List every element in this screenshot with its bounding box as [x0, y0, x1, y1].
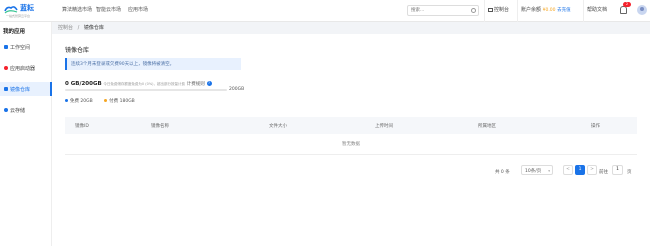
goto-page-input[interactable]: 1 [612, 165, 623, 175]
recharge-link[interactable]: 去充值 [557, 8, 571, 13]
notification-badge: 2 [623, 2, 631, 7]
col-upload-time: 上传时间 [375, 124, 393, 129]
sidebar-title: 我的应用 [3, 29, 26, 35]
empty-state: 暂无数据 [65, 134, 637, 155]
breadcrumb-root[interactable]: 控制台 [58, 25, 73, 31]
cloud-logo-icon [4, 6, 18, 14]
nav-algorithm-market[interactable]: 算法精选市场 [62, 6, 92, 13]
account-balance: 账户余额 ¥0.00 去充值 [521, 7, 571, 13]
brand-logo[interactable]: 蓝耘 一站式智算云平台 [4, 3, 48, 19]
dot-icon [65, 99, 68, 102]
table-header: 镜像ID 镜像名称 文件大小 上传时间 所属地区 操作 [65, 117, 637, 134]
bell-icon[interactable] [620, 6, 627, 14]
storage-used: 0 GB/200GB [65, 81, 102, 87]
storage-progress-bar [65, 89, 227, 91]
page-suffix: 页 [627, 170, 632, 175]
storage-max: 200GB [229, 87, 245, 92]
image-repo-icon [4, 87, 8, 91]
col-image-name: 镜像名称 [151, 124, 169, 129]
main-panel: 镜像仓库 连续3个月未登录或欠费90天以上，镜像将被清空。 0 GB/200GB… [52, 34, 650, 246]
search-icon[interactable] [471, 8, 476, 13]
sidebar-item-cloud-storage[interactable]: 云存储 [0, 103, 52, 117]
brand-tagline: 一站式智算云平台 [6, 14, 31, 18]
image-table: 镜像ID 镜像名称 文件大小 上传时间 所属地区 操作 暂无数据 [65, 117, 637, 155]
col-image-id: 镜像ID [75, 124, 89, 129]
sidebar: 我的应用 工作空间 应用启动器 镜像仓库 云存储 [0, 22, 52, 246]
storage-hint: 今日免费储存额度免费为0 (0%)，超出部分按量计费 [103, 82, 186, 86]
search-input[interactable] [407, 5, 479, 16]
col-actions: 操作 [591, 124, 600, 129]
legend-paid: 付费 180GB [104, 99, 135, 104]
console-icon [488, 7, 493, 12]
legend-free: 免费 20GB [65, 99, 93, 104]
divider [583, 0, 584, 22]
prev-page-button[interactable]: < [563, 165, 573, 175]
dot-icon [104, 99, 108, 102]
page-1-button[interactable]: 1 [575, 165, 585, 175]
divider [517, 0, 518, 22]
next-page-button[interactable]: > [587, 165, 597, 175]
notice-banner: 连续3个月未登录或欠费90天以上，镜像将被清空。 [65, 58, 241, 70]
page-size-select[interactable]: 10条/页 ▾ [521, 165, 553, 175]
workspace-icon [4, 45, 8, 49]
top-bar: 蓝耘 一站式智算云平台 算法精选市场 智能云市场 应用市场 控制台 账户余额 ¥… [0, 0, 650, 22]
goto-label: 前往 [599, 170, 608, 175]
balance-value: ¥0.00 [542, 8, 556, 13]
storage-legend: 免费 20GB 付费 180GB [65, 98, 145, 104]
help-docs-link[interactable]: 帮助文档 [587, 6, 607, 13]
col-file-size: 文件大小 [269, 124, 287, 129]
breadcrumb-current: 镜像仓库 [83, 25, 104, 31]
sidebar-item-workspace[interactable]: 工作空间 [0, 40, 52, 54]
sidebar-item-app-launcher[interactable]: 应用启动器 [0, 61, 52, 75]
pagination-total: 共 0 条 [495, 170, 510, 175]
page-title: 镜像仓库 [65, 47, 90, 54]
help-icon[interactable]: ? [206, 81, 212, 86]
sidebar-item-image-repo[interactable]: 镜像仓库 [0, 82, 52, 96]
console-link[interactable]: 控制台 [488, 6, 509, 13]
divider [484, 0, 485, 22]
nav-cloud-market[interactable]: 智能云市场 [96, 6, 121, 13]
avatar[interactable] [637, 5, 647, 15]
cloud-storage-icon [4, 108, 8, 112]
billing-rules-link[interactable]: 计费规则 [187, 82, 205, 87]
col-region: 所属地区 [478, 124, 496, 129]
storage-summary: 0 GB/200GB 今日免费储存额度免费为0 (0%)，超出部分按量计费 计费… [65, 81, 212, 87]
app-launcher-icon [4, 66, 8, 70]
breadcrumb: 控制台 / 镜像仓库 [58, 25, 104, 31]
nav-app-market[interactable]: 应用市场 [128, 6, 148, 13]
brand-name: 蓝耘 [20, 4, 34, 12]
chevron-down-icon: ▾ [548, 169, 550, 173]
